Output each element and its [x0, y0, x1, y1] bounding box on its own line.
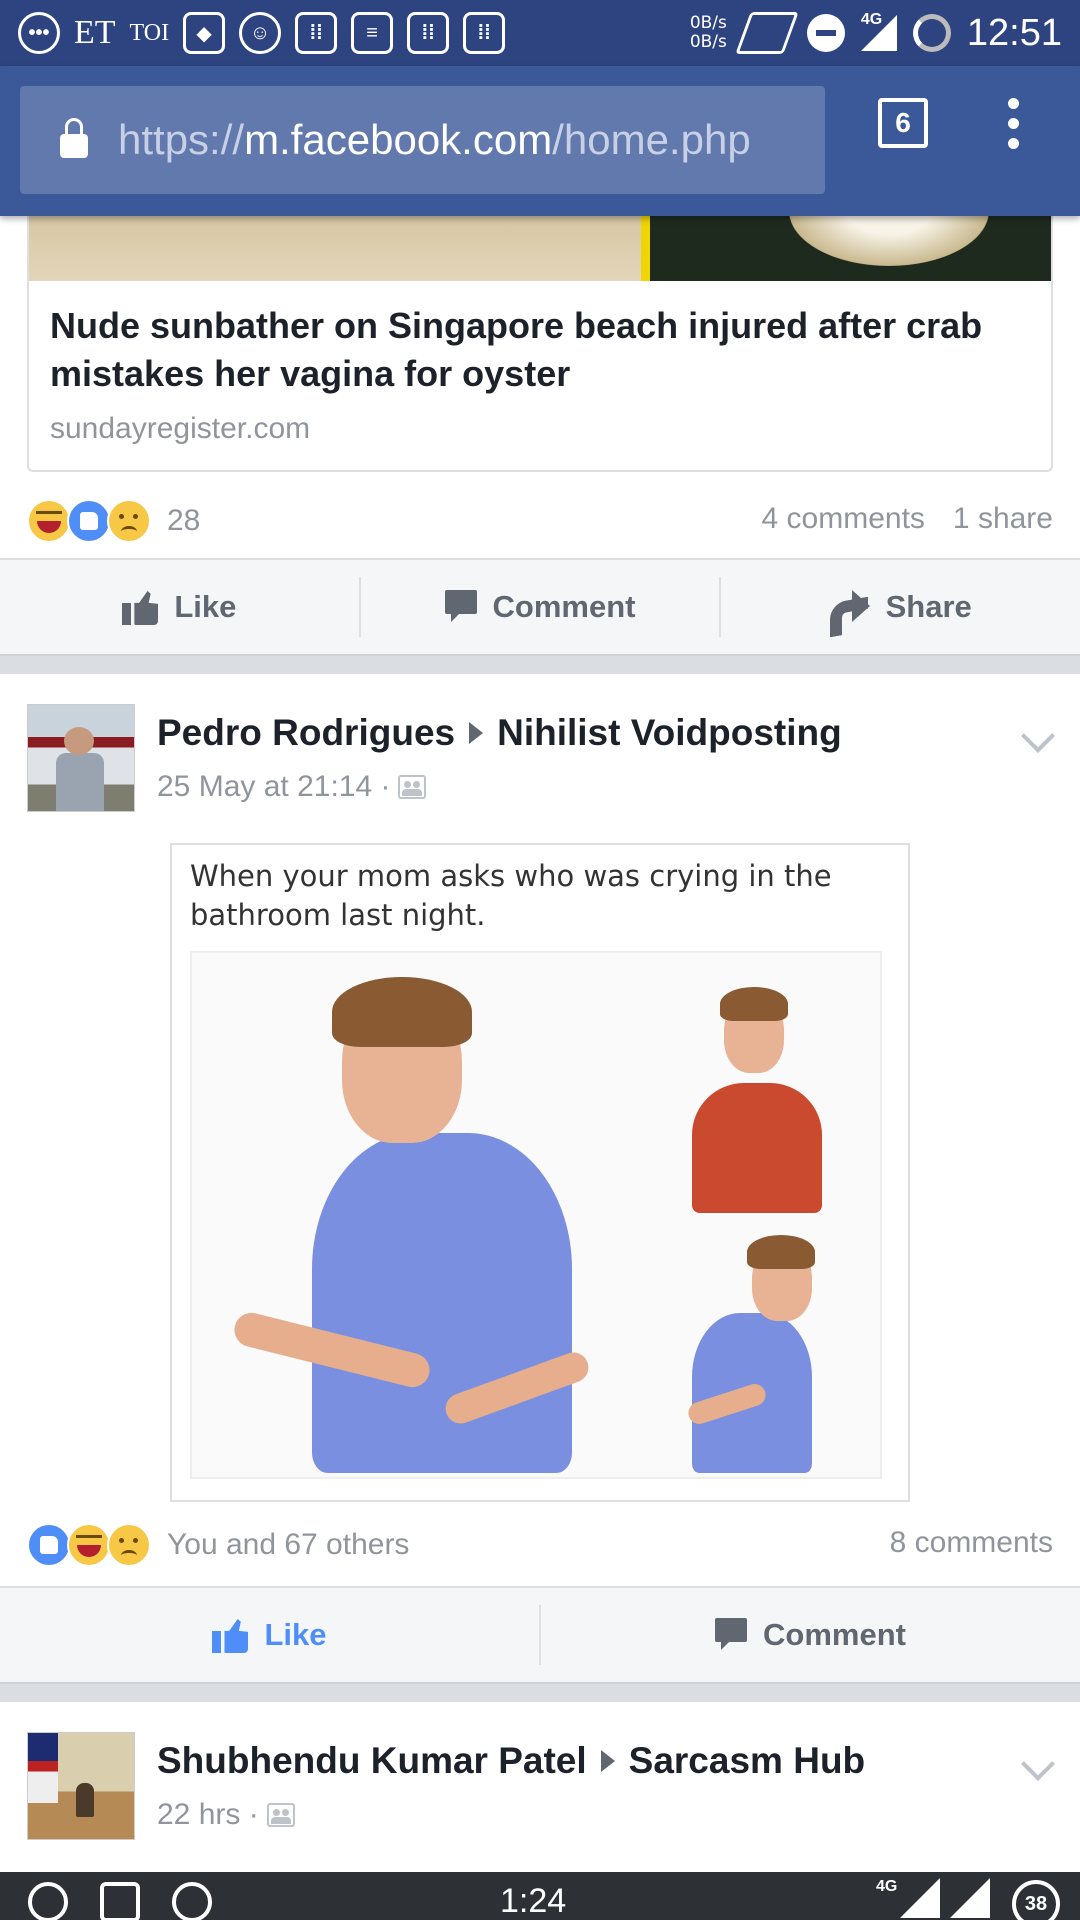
post-action-bar: Like Comment Share	[0, 558, 1080, 654]
thumbs-up-icon	[212, 1617, 248, 1653]
avatar[interactable]	[27, 1732, 135, 1840]
post-meta: 25 May at 21:14 ·	[157, 770, 427, 804]
link-preview-card[interactable]: Nude sunbather on Singapore beach injure…	[27, 216, 1053, 472]
network-label: 4G	[876, 1878, 898, 1895]
feed-separator	[0, 1682, 1080, 1702]
group-name-link[interactable]: Sarcasm Hub	[629, 1740, 866, 1782]
lock-icon	[60, 118, 88, 158]
status-clock: 12:51	[966, 11, 1062, 54]
haha-reaction-icon	[67, 1523, 111, 1567]
group-audience-icon	[398, 775, 427, 799]
chevron-down-icon[interactable]	[1021, 719, 1055, 753]
comment-button[interactable]: Comment	[539, 1605, 1080, 1665]
toi-icon: TOI	[129, 19, 170, 46]
system-bottom-bar: 1:24 4G 38	[0, 1872, 1080, 1920]
status-bar: ••• ET TOI ◆ ☺ ⁞⁞ ≡ ⁞⁞ ⁞⁞ 0B/s 0B/s 4G 1…	[0, 0, 1080, 66]
post-timestamp[interactable]: 22 hrs ·	[157, 1798, 259, 1832]
browser-toolbar: https://m.facebook.com/home.php 6	[0, 66, 1080, 216]
meme-photo	[190, 951, 882, 1479]
net-speed: 0B/s 0B/s	[689, 13, 727, 52]
comments-count-link[interactable]: 8 comments	[890, 1526, 1053, 1560]
like-button[interactable]: Like	[0, 577, 359, 637]
arrow-right-icon	[469, 722, 484, 744]
comment-icon	[444, 590, 477, 624]
whatsapp-icon	[28, 1882, 68, 1920]
tab-switcher-button[interactable]: 6	[878, 98, 928, 148]
shares-count-link[interactable]: 1 share	[953, 502, 1053, 536]
app-grid-icon: ⁞⁞	[407, 12, 450, 54]
author-name-link[interactable]: Pedro Rodrigues	[157, 712, 455, 754]
reaction-count: 28	[167, 504, 201, 537]
comment-icon	[715, 1618, 748, 1652]
group-name-link[interactable]: Nihilist Voidposting	[497, 712, 842, 754]
news-icon: ≡	[351, 12, 394, 54]
post-timestamp[interactable]: 25 May at 21:14 ·	[157, 770, 390, 804]
comments-count-link[interactable]: 4 comments	[762, 502, 925, 536]
link-title[interactable]: Nude sunbather on Singapore beach injure…	[50, 302, 1030, 398]
secondary-clock: 1:24	[500, 1882, 567, 1920]
reaction-text: You and 67 others	[167, 1528, 410, 1561]
avatar[interactable]	[27, 704, 135, 812]
nfc-icon	[735, 12, 799, 54]
link-domain: sundayregister.com	[50, 412, 311, 445]
post-stats: 8 comments	[890, 1526, 1053, 1560]
url-text[interactable]: https://m.facebook.com/home.php	[118, 116, 751, 164]
post-meta: 22 hrs ·	[157, 1798, 295, 1832]
signal-icon	[900, 1878, 940, 1918]
haha-reaction-icon	[27, 499, 71, 543]
link-preview-image[interactable]	[29, 216, 1051, 281]
news-feed: Nude sunbather on Singapore beach injure…	[0, 216, 1080, 1872]
signal-icon: 4G	[860, 11, 897, 51]
chevron-down-icon[interactable]	[1021, 1747, 1055, 1781]
arrow-right-icon	[600, 1750, 615, 1772]
post-header: Pedro Rodrigues Nihilist Voidposting 25 …	[0, 704, 1080, 814]
chat-icon: ☺	[239, 12, 282, 54]
thumbs-up-icon	[122, 589, 158, 625]
reaction-summary[interactable]: You and 67 others	[27, 1520, 409, 1570]
drive-icon: ◆	[183, 12, 226, 54]
post-author-line: Shubhendu Kumar Patel Sarcasm Hub	[157, 1740, 865, 1782]
group-audience-icon	[266, 1803, 295, 1827]
like-reaction-icon	[27, 1523, 71, 1567]
comment-button[interactable]: Comment	[358, 577, 720, 637]
post-action-bar: Like Comment	[0, 1586, 1080, 1682]
share-arrow-icon	[830, 590, 870, 624]
like-reaction-icon	[67, 499, 111, 543]
post-header: Shubhendu Kumar Patel Sarcasm Hub 22 hrs…	[0, 1732, 1080, 1842]
app-grid-icon: ⁞⁞	[463, 12, 506, 54]
battery-icon	[912, 14, 951, 52]
feed-separator	[0, 654, 1080, 674]
app-grid-icon: ⁞⁞	[295, 12, 338, 54]
like-button[interactable]: Like	[0, 1605, 539, 1665]
messages-icon: •••	[18, 12, 60, 54]
url-bar[interactable]: https://m.facebook.com/home.php	[20, 86, 825, 194]
author-name-link[interactable]: Shubhendu Kumar Patel	[157, 1740, 587, 1782]
post-author-line: Pedro Rodrigues Nihilist Voidposting	[157, 712, 842, 754]
post-image[interactable]: When your mom asks who was crying in the…	[170, 843, 910, 1502]
sad-reaction-icon	[107, 1523, 151, 1567]
overflow-menu-icon[interactable]	[1008, 98, 1020, 150]
reaction-summary[interactable]: 28	[27, 496, 200, 546]
share-button[interactable]: Share	[719, 577, 1080, 637]
battery-icon: 38	[1012, 1880, 1060, 1920]
post-stats: 4 comments 1 share	[762, 502, 1053, 536]
et-icon: ET	[74, 14, 116, 51]
sad-reaction-icon	[107, 499, 151, 543]
signal-icon	[950, 1878, 990, 1918]
meme-caption: When your mom asks who was crying in the…	[190, 859, 832, 932]
chat-icon	[172, 1882, 212, 1920]
gps-icon	[100, 1882, 140, 1920]
do-not-disturb-icon	[806, 14, 845, 52]
